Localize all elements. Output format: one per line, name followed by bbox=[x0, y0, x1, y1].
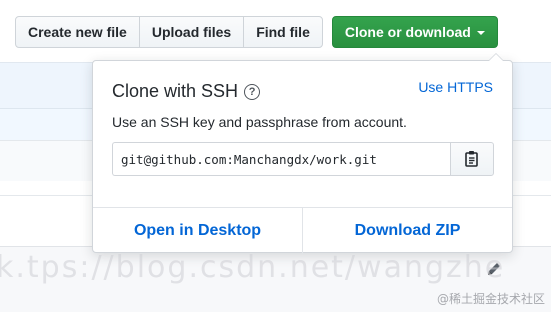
find-file-button[interactable]: Find file bbox=[244, 17, 322, 47]
clone-dropdown: Clone with SSH ? Use HTTPS Use an SSH ke… bbox=[92, 53, 513, 254]
caret-down-icon bbox=[476, 31, 485, 35]
corner-watermark: @稀土掘金技术社区 bbox=[436, 292, 545, 306]
clone-title: Clone with SSH ? bbox=[112, 81, 261, 102]
download-zip-button[interactable]: Download ZIP bbox=[303, 208, 512, 254]
clone-title-text: Clone with SSH bbox=[112, 81, 239, 101]
clipboard-icon bbox=[465, 151, 478, 167]
clone-footer: Open in Desktop Download ZIP bbox=[93, 207, 512, 254]
file-actions-group: Create new file Upload files Find file bbox=[15, 16, 323, 48]
clone-url-row: git@github.com:Manchangdx/work.git bbox=[112, 142, 494, 176]
clone-url-input[interactable]: git@github.com:Manchangdx/work.git bbox=[112, 142, 450, 176]
open-in-desktop-button[interactable]: Open in Desktop bbox=[93, 208, 303, 254]
upload-files-button[interactable]: Upload files bbox=[140, 17, 245, 47]
question-circle-icon[interactable]: ? bbox=[244, 83, 261, 100]
repo-toolbar: Create new file Upload files Find file C… bbox=[15, 16, 498, 48]
copy-to-clipboard-button[interactable] bbox=[450, 142, 494, 176]
url-watermark: k.tps://blog.csdn.net/wangzhe bbox=[0, 250, 506, 285]
clone-or-download-label: Clone or download bbox=[344, 24, 471, 40]
create-new-file-button[interactable]: Create new file bbox=[16, 17, 140, 47]
dropdown-pointer bbox=[488, 53, 504, 61]
use-https-link[interactable]: Use HTTPS bbox=[418, 79, 493, 95]
clone-or-download-button[interactable]: Clone or download bbox=[331, 16, 498, 48]
clone-description: Use an SSH key and passphrase from accou… bbox=[112, 114, 407, 130]
